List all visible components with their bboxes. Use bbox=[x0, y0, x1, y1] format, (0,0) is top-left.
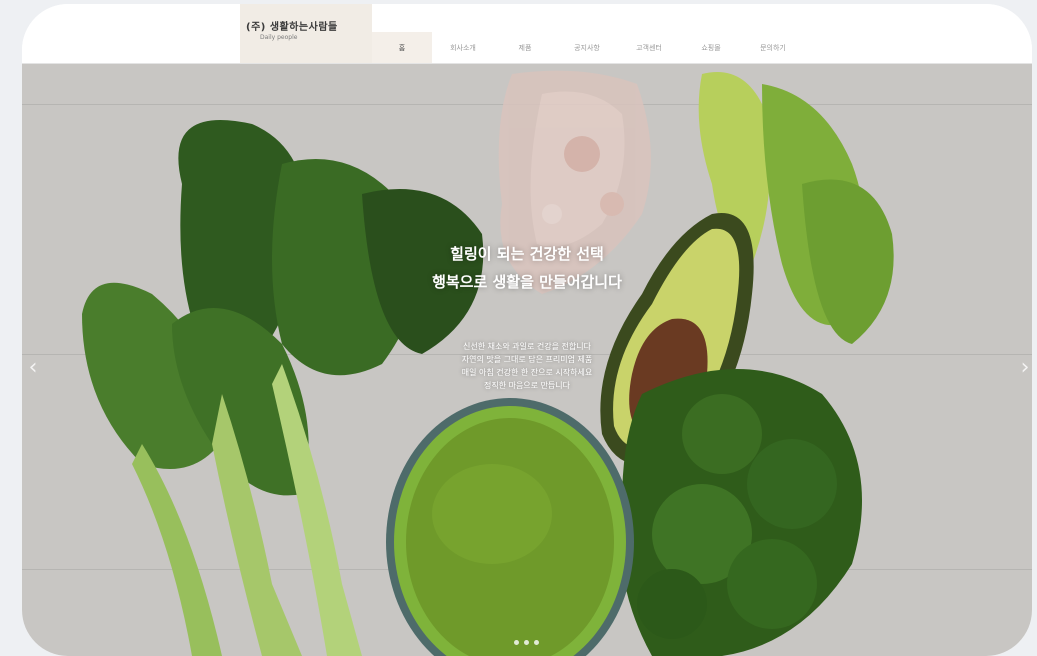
site-header: (주) 생활하는사람들 Daily people 홈 회사소개 제품 공지사항 … bbox=[22, 4, 1032, 64]
main-nav: 홈 회사소개 제품 공지사항 고객센터 쇼핑몰 문의하기 bbox=[372, 32, 804, 64]
logo-text: (주) 생활하는사람들 bbox=[246, 22, 338, 33]
hero-slider: 힐링이 되는 건강한 선택 행복으로 생활을 만들어갑니다 신선한 채소와 과일… bbox=[22, 64, 1032, 656]
slide-dot[interactable] bbox=[534, 640, 539, 645]
logo[interactable]: (주) 생활하는사람들 Daily people bbox=[240, 4, 372, 64]
prev-slide-arrow[interactable]: ‹ bbox=[26, 354, 40, 382]
next-slide-arrow[interactable]: › bbox=[1018, 354, 1032, 382]
logo-subtext: Daily people bbox=[260, 34, 298, 41]
slide-dot[interactable] bbox=[514, 640, 519, 645]
nav-item-shop[interactable]: 쇼핑몰 bbox=[680, 32, 742, 64]
slide-dot[interactable] bbox=[524, 640, 529, 645]
nav-item-notice[interactable]: 공지사항 bbox=[556, 32, 618, 64]
hero-desc-line: 자연의 맛을 그대로 담은 프리미엄 제품 bbox=[461, 355, 593, 364]
kale bbox=[620, 369, 862, 656]
slide-pagination bbox=[514, 640, 539, 645]
hero-desc-line: 매일 아침 건강한 한 잔으로 시작하세요 bbox=[461, 368, 593, 377]
nav-item-home[interactable]: 홈 bbox=[372, 32, 432, 64]
hero-title-line: 힐링이 되는 건강한 선택 bbox=[450, 245, 604, 263]
nav-item-products[interactable]: 제품 bbox=[494, 32, 556, 64]
hero-description: 신선한 채소와 과일로 건강을 전합니다 자연의 맛을 그대로 담은 프리미엄 … bbox=[22, 340, 1032, 392]
hero-desc-line: 정직한 마음으로 만듭니다 bbox=[483, 381, 571, 390]
nav-item-support[interactable]: 고객센터 bbox=[618, 32, 680, 64]
nav-item-contact[interactable]: 문의하기 bbox=[742, 32, 804, 64]
hero-title-line: 행복으로 생활을 만들어갑니다 bbox=[432, 273, 622, 291]
green-soup-bowl bbox=[386, 398, 634, 656]
hero-title: 힐링이 되는 건강한 선택 행복으로 생활을 만들어갑니다 bbox=[22, 240, 1032, 296]
app-window: (주) 생활하는사람들 Daily people 홈 회사소개 제품 공지사항 … bbox=[22, 4, 1032, 656]
nav-item-about[interactable]: 회사소개 bbox=[432, 32, 494, 64]
hero-desc-line: 신선한 채소와 과일로 건강을 전합니다 bbox=[463, 342, 591, 351]
